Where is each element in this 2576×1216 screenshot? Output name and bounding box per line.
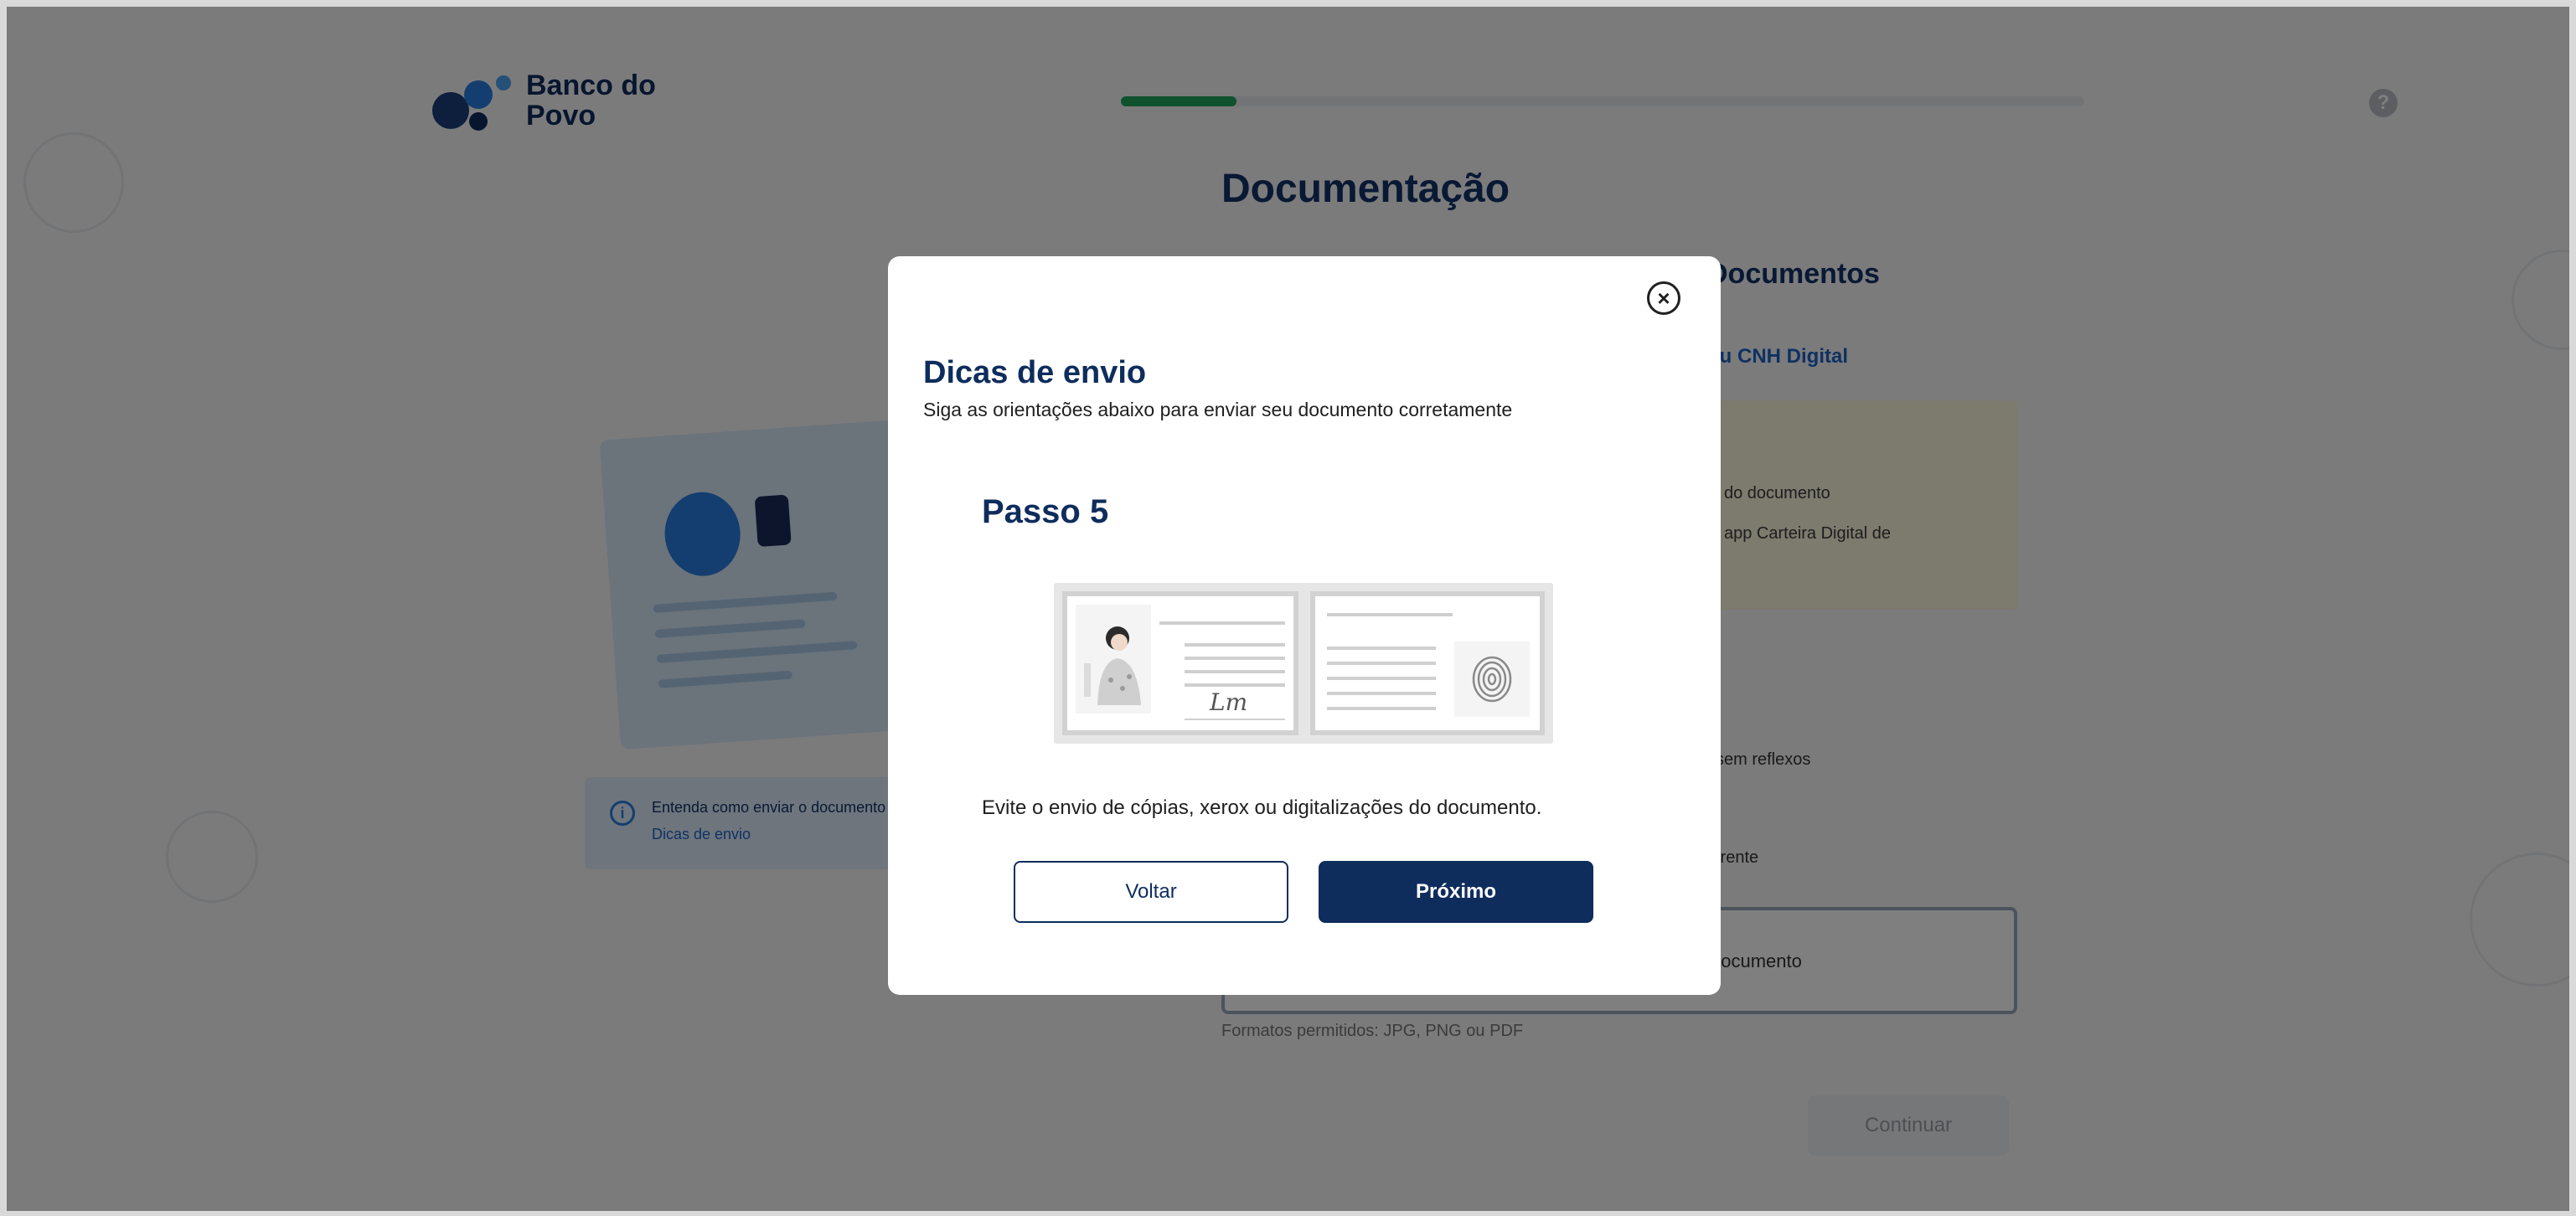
fingerprint-icon xyxy=(1454,641,1530,717)
id-card-back xyxy=(1310,591,1545,735)
text-line xyxy=(1327,647,1436,650)
shipping-tips-modal: × Dicas de envio Siga as orientações aba… xyxy=(888,256,1721,995)
modal-title: Dicas de envio xyxy=(923,355,1147,390)
step-title: Passo 5 xyxy=(982,493,1109,530)
back-button[interactable]: Voltar xyxy=(1014,861,1288,923)
text-line xyxy=(1327,707,1436,710)
modal-subtitle: Siga as orientações abaixo para enviar s… xyxy=(923,399,1513,420)
text-line xyxy=(1159,621,1285,625)
page-root: Banco do Povo ? Documentação Documentos … xyxy=(0,0,2576,1216)
text-line xyxy=(1185,657,1285,660)
text-line xyxy=(1185,643,1285,647)
tip-description: Evite o envio de cópias, xerox ou digita… xyxy=(982,796,1542,819)
text-line xyxy=(1327,677,1436,680)
next-button[interactable]: Próximo xyxy=(1319,861,1593,923)
close-icon[interactable]: × xyxy=(1647,281,1680,315)
person-photo-icon xyxy=(1076,605,1151,714)
signature-line xyxy=(1185,719,1285,720)
text-line xyxy=(1185,670,1285,673)
text-line xyxy=(1185,683,1285,687)
document-copy-illustration: Lm xyxy=(1054,583,1553,744)
text-line xyxy=(1327,662,1436,665)
text-line xyxy=(1327,613,1453,616)
id-card-front: Lm xyxy=(1062,591,1298,735)
signature: Lm xyxy=(1210,688,1248,716)
text-line xyxy=(1327,692,1436,695)
